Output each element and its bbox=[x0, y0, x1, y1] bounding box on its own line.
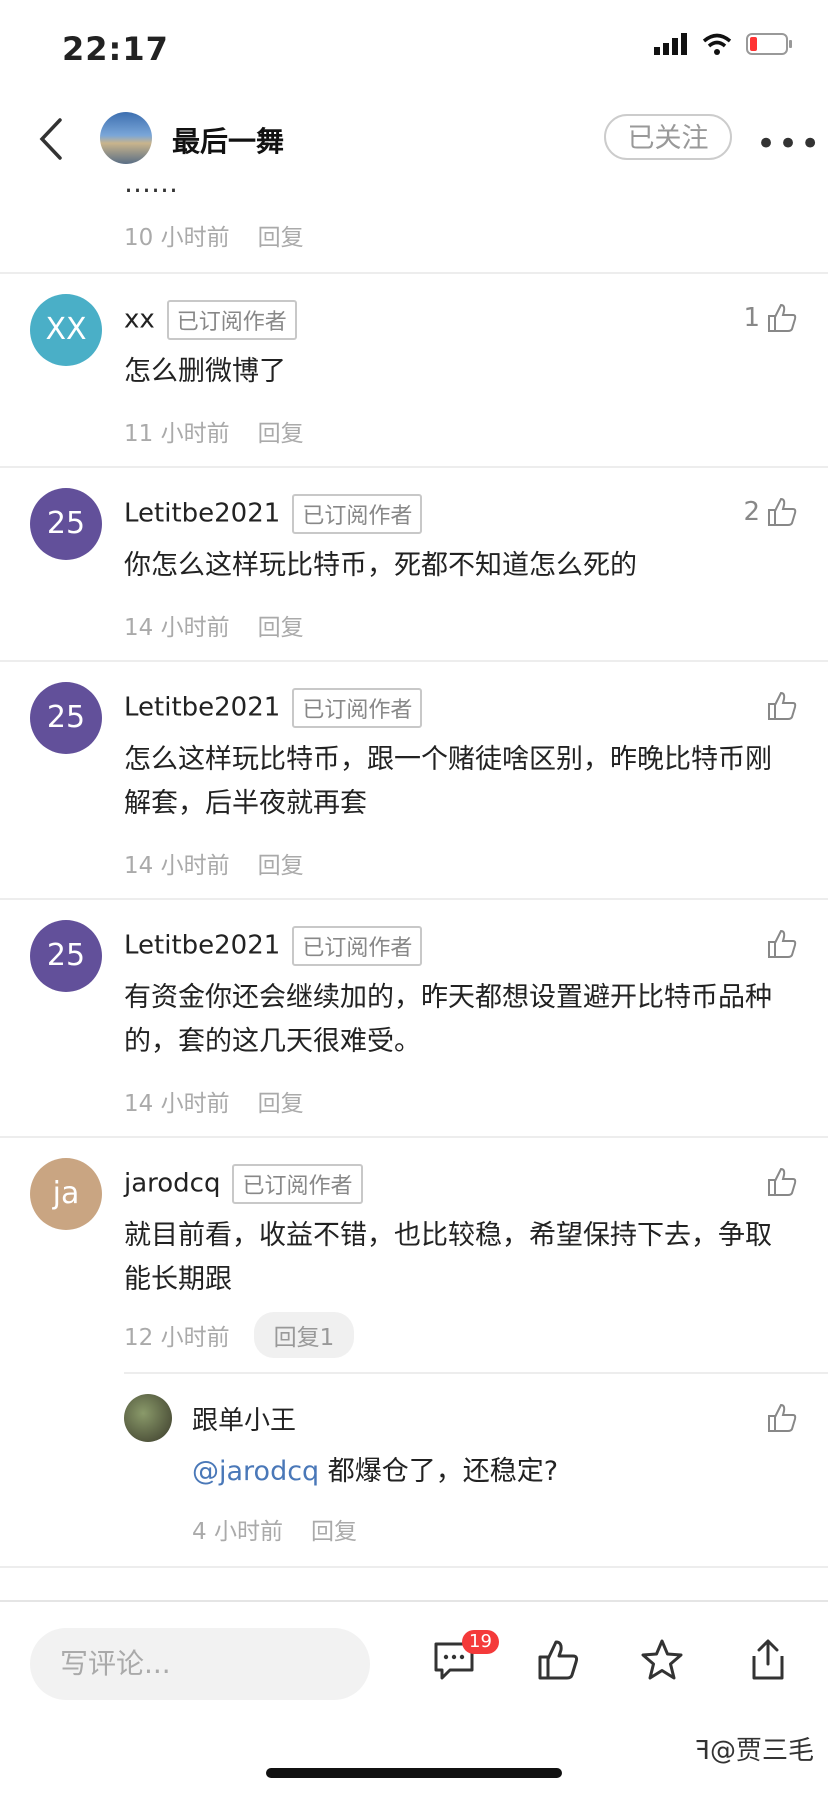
subscriber-badge: 已订阅作者 bbox=[166, 300, 297, 340]
subscriber-badge: 已订阅作者 bbox=[292, 494, 423, 534]
author-name: Letitbe2021 bbox=[124, 930, 281, 961]
comment-author[interactable]: Letitbe2021 已订阅作者 bbox=[124, 688, 423, 728]
thumbs-up-icon bbox=[768, 1403, 797, 1432]
sub-reply-author[interactable]: 跟单小王 bbox=[192, 1400, 296, 1437]
page-title[interactable]: 最后一舞 bbox=[172, 120, 284, 160]
author-name: Letitbe2021 bbox=[124, 692, 281, 723]
bottom-toolbar: 写评论... 19 ꟻ@贾三毛 bbox=[0, 1600, 828, 1794]
more-icon[interactable]: ••• bbox=[756, 124, 822, 164]
thumbs-up-icon bbox=[768, 303, 797, 332]
sub-reply-text: @jarodcq 都爆仓了，还稳定? bbox=[192, 1450, 782, 1494]
comment-meta: 12 小时前 回复1 bbox=[124, 1312, 355, 1358]
watermark-text: @贾三毛 bbox=[709, 1736, 814, 1766]
comment-list[interactable]: …… 10 小时前回复 XX xx已订阅作者 1 怎么删微博了 11 小时前回复… bbox=[0, 0, 828, 1600]
comment-meta: 11 小时前 回复 bbox=[124, 414, 304, 448]
watermark: ꟻ@贾三毛 bbox=[695, 1730, 814, 1767]
reply-link[interactable]: 回复 bbox=[258, 853, 304, 879]
reply-link[interactable]: 回复 bbox=[258, 225, 304, 251]
like-button[interactable] bbox=[766, 1166, 798, 1198]
thumbs-up-icon bbox=[768, 497, 797, 526]
comment-time: 14 小时前 bbox=[124, 1091, 230, 1117]
avatar[interactable]: 25 bbox=[30, 488, 102, 560]
share-icon[interactable] bbox=[746, 1638, 790, 1682]
like-count: 1 bbox=[743, 303, 760, 333]
subscriber-badge: 已订阅作者 bbox=[232, 1164, 363, 1204]
subscriber-badge: 已订阅作者 bbox=[292, 688, 423, 728]
comment-meta: 10 小时前 回复 bbox=[124, 218, 304, 252]
thumbs-up-icon bbox=[768, 691, 797, 720]
avatar[interactable]: 25 bbox=[30, 682, 102, 754]
weibo-logo-icon: ꟻ bbox=[695, 1736, 710, 1766]
comment-count-badge: 19 bbox=[462, 1630, 499, 1654]
back-arrow-icon[interactable] bbox=[34, 114, 68, 164]
like-button[interactable] bbox=[766, 690, 798, 722]
like-button[interactable] bbox=[766, 1402, 798, 1434]
comment-author[interactable]: xx 已订阅作者 bbox=[124, 300, 297, 340]
comment-author[interactable]: Letitbe2021 已订阅作者 bbox=[124, 926, 423, 966]
comment-meta: 14 小时前 回复 bbox=[124, 846, 304, 880]
comment-time: 14 小时前 bbox=[124, 615, 230, 641]
follow-button[interactable]: 已关注 bbox=[604, 114, 732, 160]
sub-reply-body: 都爆仓了，还稳定? bbox=[319, 1456, 559, 1487]
star-icon[interactable] bbox=[640, 1638, 684, 1682]
reply-link[interactable]: 回复 bbox=[258, 421, 304, 447]
avatar[interactable]: XX bbox=[30, 294, 102, 366]
comment-time: 12 小时前 bbox=[124, 1325, 230, 1351]
like-button[interactable]: 1 bbox=[743, 302, 798, 334]
comment-item: 25 Letitbe2021 已订阅作者 2 你怎么这样玩比特币，死都不知道怎么死… bbox=[0, 466, 828, 660]
comment-text: 你怎么这样玩比特币，死都不知道怎么死的 bbox=[124, 550, 637, 581]
author-avatar[interactable] bbox=[100, 112, 152, 164]
comment-item: ja jarodcq 已订阅作者 就目前看，收益不错，也比较稳，希望保持下去，争取… bbox=[0, 1136, 828, 1372]
avatar[interactable]: 25 bbox=[30, 920, 102, 992]
like-button[interactable]: 2 bbox=[743, 496, 798, 528]
comment-meta: 4 小时前 回复 bbox=[192, 1512, 357, 1546]
thumbs-up-icon[interactable] bbox=[536, 1638, 580, 1682]
sub-reply-item: 跟单小王 @jarodcq 都爆仓了，还稳定? 4 小时前 回复 bbox=[0, 1374, 828, 1564]
comment-text: 怎么这样玩比特币，跟一个赌徒啥区别，昨晚比特币刚解套，后半夜就再套 bbox=[124, 744, 772, 819]
subscriber-badge: 已订阅作者 bbox=[292, 926, 423, 966]
comment-input[interactable]: 写评论... bbox=[30, 1628, 370, 1700]
reply-link[interactable]: 回复 bbox=[311, 1519, 357, 1545]
comment-item: XX xx 已订阅作者 1 怎么删微博了 11 小时前 回复 bbox=[0, 272, 828, 466]
reply-link[interactable]: 回复 bbox=[258, 615, 304, 641]
reply-link[interactable]: 回复 bbox=[258, 1091, 304, 1117]
like-button[interactable] bbox=[766, 928, 798, 960]
reply-count-button[interactable]: 回复1 bbox=[253, 1312, 355, 1358]
mention-link[interactable]: @jarodcq bbox=[192, 1456, 319, 1487]
comment-meta: 14 小时前 回复 bbox=[124, 1084, 304, 1118]
comment-time: 4 小时前 bbox=[192, 1519, 283, 1545]
thumbs-up-icon bbox=[768, 929, 797, 958]
comment-time: 14 小时前 bbox=[124, 853, 230, 879]
comment-time: 11 小时前 bbox=[124, 421, 230, 447]
avatar[interactable]: ja bbox=[30, 1158, 102, 1230]
comment-text: 怎么删微博了 bbox=[124, 356, 286, 387]
comment-meta: 14 小时前 回复 bbox=[124, 608, 304, 642]
author-name: xx bbox=[124, 304, 155, 335]
author-name: jarodcq bbox=[124, 1168, 221, 1199]
comment-item: 25 Letitbe2021 已订阅作者 有资金你还会继续加的，昨天都想设置避开比… bbox=[0, 898, 828, 1136]
thumbs-up-icon bbox=[768, 1167, 797, 1196]
nav-bar: 最后一舞 已关注 ••• bbox=[0, 92, 828, 184]
divider bbox=[0, 1566, 828, 1568]
comment-author[interactable]: jarodcq 已订阅作者 bbox=[124, 1164, 363, 1204]
comment-text: 有资金你还会继续加的，昨天都想设置避开比特币品种的，套的这几天很难受。 bbox=[124, 982, 772, 1057]
comment-text: 就目前看，收益不错，也比较稳，希望保持下去，争取能长期跟 bbox=[124, 1220, 772, 1295]
comment-time: 10 小时前 bbox=[124, 225, 230, 251]
author-name: Letitbe2021 bbox=[124, 498, 281, 529]
like-count: 2 bbox=[743, 497, 760, 527]
avatar[interactable] bbox=[124, 1394, 172, 1442]
comment-author[interactable]: Letitbe2021 已订阅作者 bbox=[124, 494, 423, 534]
home-indicator[interactable] bbox=[266, 1768, 562, 1778]
comment-item: 25 Letitbe2021 已订阅作者 怎么这样玩比特币，跟一个赌徒啥区别，昨晚… bbox=[0, 660, 828, 898]
